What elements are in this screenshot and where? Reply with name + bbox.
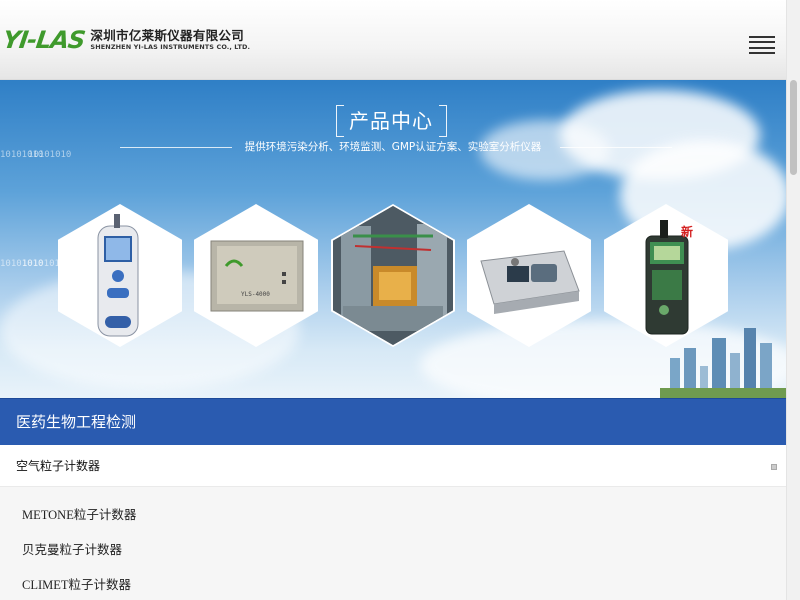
banner-title: 产品中心	[349, 109, 433, 133]
product-list: METONE粒子计数器 贝克曼粒子计数器 CLIMET粒子计数器	[0, 487, 786, 600]
category-header[interactable]: 医药生物工程检测	[0, 398, 786, 445]
logo-text: 深圳市亿莱斯仪器有限公司 SHENZHEN YI-LAS INSTRUMENTS…	[90, 28, 250, 52]
list-item-beckman[interactable]: 贝克曼粒子计数器	[22, 539, 122, 558]
list-item-climet[interactable]: CLIMET粒子计数器	[22, 574, 131, 593]
product-banner: 10101010 10101010 10101010 10101010 产品中心…	[0, 80, 786, 398]
circuit-board-image	[333, 206, 453, 345]
expand-icon[interactable]	[771, 464, 777, 470]
banner-subtitle: 提供环境污染分析、环境监测、GMP认证方案、实验室分析仪器	[244, 141, 542, 153]
site-header: YI-LAS 深圳市亿莱斯仪器有限公司 SHENZHEN YI-LAS INST…	[0, 0, 786, 80]
company-name-en: SHENZHEN YI-LAS INSTRUMENTS CO., LTD.	[90, 43, 251, 51]
logo-mark: YI-LAS	[1, 26, 87, 54]
company-logo[interactable]: YI-LAS 深圳市亿莱斯仪器有限公司 SHENZHEN YI-LAS INST…	[1, 24, 250, 56]
list-item-metone[interactable]: METONE粒子计数器	[22, 504, 136, 523]
scrollbar-thumb[interactable]	[790, 80, 797, 175]
category-title: 医药生物工程检测	[16, 413, 137, 431]
device-label: YLS-4000	[241, 291, 270, 298]
product-hex-3[interactable]	[331, 204, 455, 347]
city-skyline-image	[660, 328, 786, 398]
page-scrollbar[interactable]	[786, 0, 800, 600]
company-name-cn: 深圳市亿莱斯仪器有限公司	[90, 28, 245, 43]
subcategory-label: 空气粒子计数器	[16, 459, 101, 473]
new-badge: 新	[681, 225, 694, 239]
subcategory-row[interactable]: 空气粒子计数器	[0, 445, 786, 487]
hamburger-menu-icon[interactable]	[749, 36, 775, 54]
